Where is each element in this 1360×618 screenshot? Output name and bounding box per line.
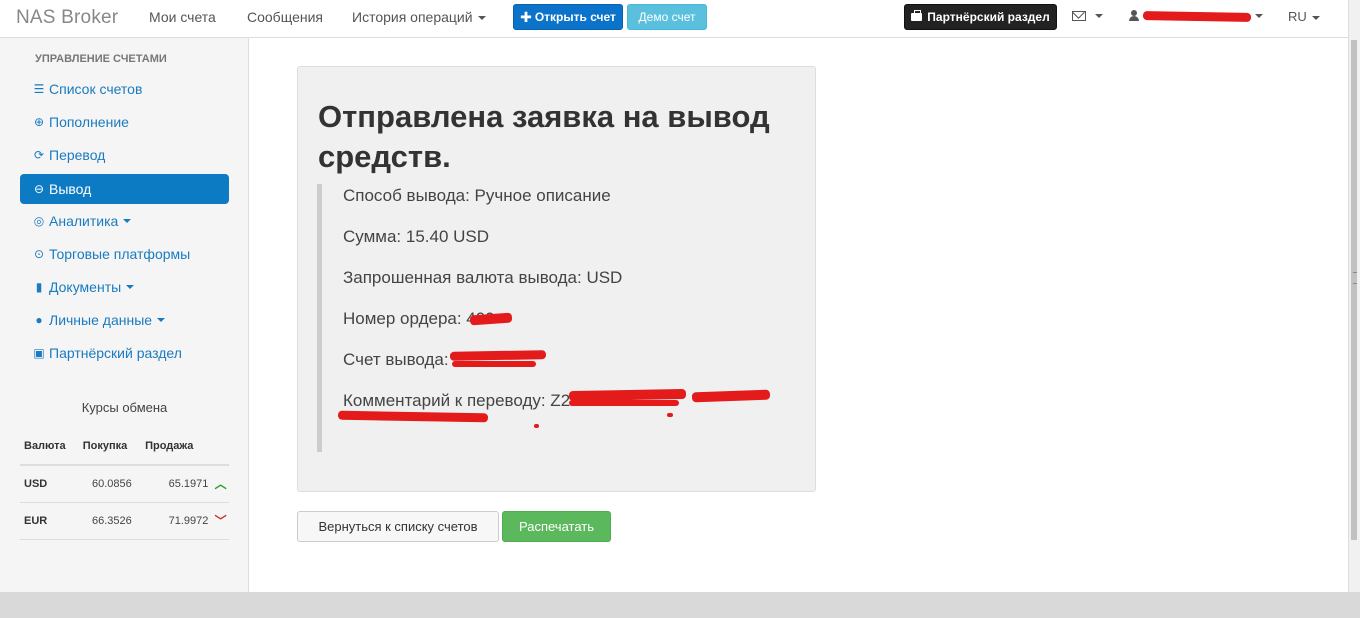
page-title: Отправлена заявка на вывод средств. xyxy=(318,99,770,174)
sidebar-item-label: Пополнение xyxy=(49,114,129,130)
sidebar-item-documents[interactable]: ▮ Документы xyxy=(20,272,229,302)
scrollbar-grip xyxy=(1353,272,1357,284)
sidebar-item-label: Аналитика xyxy=(49,213,119,229)
redacted-order-number xyxy=(469,312,513,326)
sidebar-item-transfer[interactable]: ⟳ Перевод xyxy=(20,140,229,170)
sidebar-item-label: Документы xyxy=(49,279,122,295)
table-row: EUR 66.3526 71.9972 ﹀ xyxy=(20,502,229,540)
redacted-account xyxy=(452,361,536,367)
sidebar-item-personal-data[interactable]: ● Личные данные xyxy=(20,305,229,335)
rate-sell: 71.9972 xyxy=(141,502,209,540)
file-icon: ▮ xyxy=(35,280,43,294)
open-account-label: Открыть счет xyxy=(534,10,616,24)
sidebar-item-analytics[interactable]: ◎ Аналитика xyxy=(20,206,229,236)
chevron-down-icon xyxy=(123,219,132,223)
nav-history-label: История операций xyxy=(352,9,473,25)
plus-icon: ✚ xyxy=(520,8,532,25)
mail-icon[interactable] xyxy=(1072,11,1086,21)
sidebar-item-label: Список счетов xyxy=(49,81,143,97)
sidebar-item-withdraw[interactable]: ⊖ Вывод xyxy=(20,174,229,204)
rates-header-sell: Продажа xyxy=(141,428,209,466)
rate-currency: EUR xyxy=(20,502,79,540)
sidebar-item-label: Личные данные xyxy=(49,312,153,328)
demo-account-button[interactable]: Демо счет xyxy=(627,4,707,30)
chevron-down-icon xyxy=(126,285,135,289)
list-icon: ☰ xyxy=(33,82,45,96)
table-row: USD 60.0856 65.1971 ︿ xyxy=(20,465,229,503)
detail-withdraw-account: Счет вывода: xyxy=(343,350,449,369)
rates-header-row: Валюта Покупка Продажа xyxy=(20,428,229,466)
rate-currency: USD xyxy=(20,465,79,503)
redacted-comment xyxy=(569,400,679,406)
brand-logo[interactable]: NAS Broker xyxy=(16,7,118,29)
sidebar-heading: Управление счетами xyxy=(35,53,167,65)
sidebar-item-deposit[interactable]: ⊕ Пополнение xyxy=(20,107,229,137)
redacted-account xyxy=(449,350,547,361)
rates-title: Курсы обмена xyxy=(81,400,168,415)
briefcase-icon: ▣ xyxy=(33,346,45,360)
chevron-up-icon: ︿ xyxy=(214,477,227,492)
refresh-icon: ⟳ xyxy=(33,148,45,162)
briefcase-icon xyxy=(911,10,923,21)
rates-header-buy: Покупка xyxy=(78,428,142,466)
sidebar-item-platforms[interactable]: ⊙ Торговые платформы xyxy=(20,239,229,269)
footer-bar xyxy=(0,592,1360,618)
top-navbar: NAS Broker Мои счета Сообщения История о… xyxy=(0,0,1348,38)
rate-sell: 65.1971 xyxy=(141,465,209,503)
language-label: RU xyxy=(1288,9,1307,24)
language-chevron-down-icon xyxy=(1311,15,1320,20)
user-chevron-down-icon[interactable] xyxy=(1255,14,1263,18)
sidebar-item-account-list[interactable]: ☰ Список счетов xyxy=(20,74,229,104)
withdrawal-details: Способ вывода: Ручное описание Сумма: 15… xyxy=(317,184,797,452)
back-to-accounts-button[interactable]: Вернуться к списку счетов xyxy=(297,511,499,542)
scrollbar-thumb[interactable] xyxy=(1351,40,1357,540)
compass-icon: ◎ xyxy=(33,214,45,228)
minus-circle-icon: ⊖ xyxy=(33,182,45,196)
redacted-comment xyxy=(337,410,489,423)
rate-buy: 66.3526 xyxy=(78,502,142,540)
rates-header-trend xyxy=(208,428,229,466)
chevron-down-icon: ﹀ xyxy=(214,514,227,528)
chevron-down-icon xyxy=(157,318,166,322)
download-circle-icon: ⊙ xyxy=(33,247,45,261)
detail-amount: Сумма: 15.40 USD xyxy=(343,227,490,246)
mail-chevron-down-icon[interactable] xyxy=(1095,14,1103,18)
nav-messages[interactable]: Сообщения xyxy=(247,9,323,25)
redacted-username[interactable] xyxy=(1142,11,1252,22)
nav-history[interactable]: История операций xyxy=(352,9,486,25)
print-button[interactable]: Распечатать xyxy=(502,511,611,542)
sidebar: Управление счетами ☰ Список счетов ⊕ Попол… xyxy=(0,38,249,592)
user-icon: ● xyxy=(35,313,43,327)
rate-buy: 60.0856 xyxy=(78,465,142,503)
language-selector[interactable]: RU xyxy=(1288,9,1320,24)
partner-label: Партнёрский раздел xyxy=(927,10,1050,24)
nav-my-accounts[interactable]: Мои счета xyxy=(149,9,216,25)
redacted-comment xyxy=(534,424,539,428)
redacted-comment xyxy=(691,389,771,403)
withdrawal-result-panel: Отправлена заявка на вывод средств. Спос… xyxy=(297,66,816,492)
detail-method: Способ вывода: Ручное описание xyxy=(343,186,611,205)
detail-comment: Комментарий к переводу: Z2 xyxy=(343,391,571,410)
sidebar-item-partner[interactable]: ▣ Партнёрский раздел xyxy=(20,338,229,368)
open-account-button[interactable]: ✚ Открыть счет xyxy=(513,4,623,30)
plus-circle-icon: ⊕ xyxy=(33,115,45,129)
partner-section-button[interactable]: Партнёрский раздел xyxy=(904,4,1057,30)
redacted-comment xyxy=(667,413,673,417)
chevron-down-icon xyxy=(477,16,486,21)
sidebar-item-label: Перевод xyxy=(49,147,106,163)
rates-header-currency: Валюта xyxy=(20,428,79,466)
user-icon[interactable] xyxy=(1129,10,1139,22)
detail-currency: Запрошенная валюта вывода: USD xyxy=(343,268,623,287)
rates-table: Валюта Покупка Продажа USD 60.0856 65.19… xyxy=(20,428,229,540)
sidebar-item-label: Вывод xyxy=(49,181,92,197)
sidebar-item-label: Партнёрский раздел xyxy=(49,345,182,361)
sidebar-item-label: Торговые платформы xyxy=(49,246,191,262)
